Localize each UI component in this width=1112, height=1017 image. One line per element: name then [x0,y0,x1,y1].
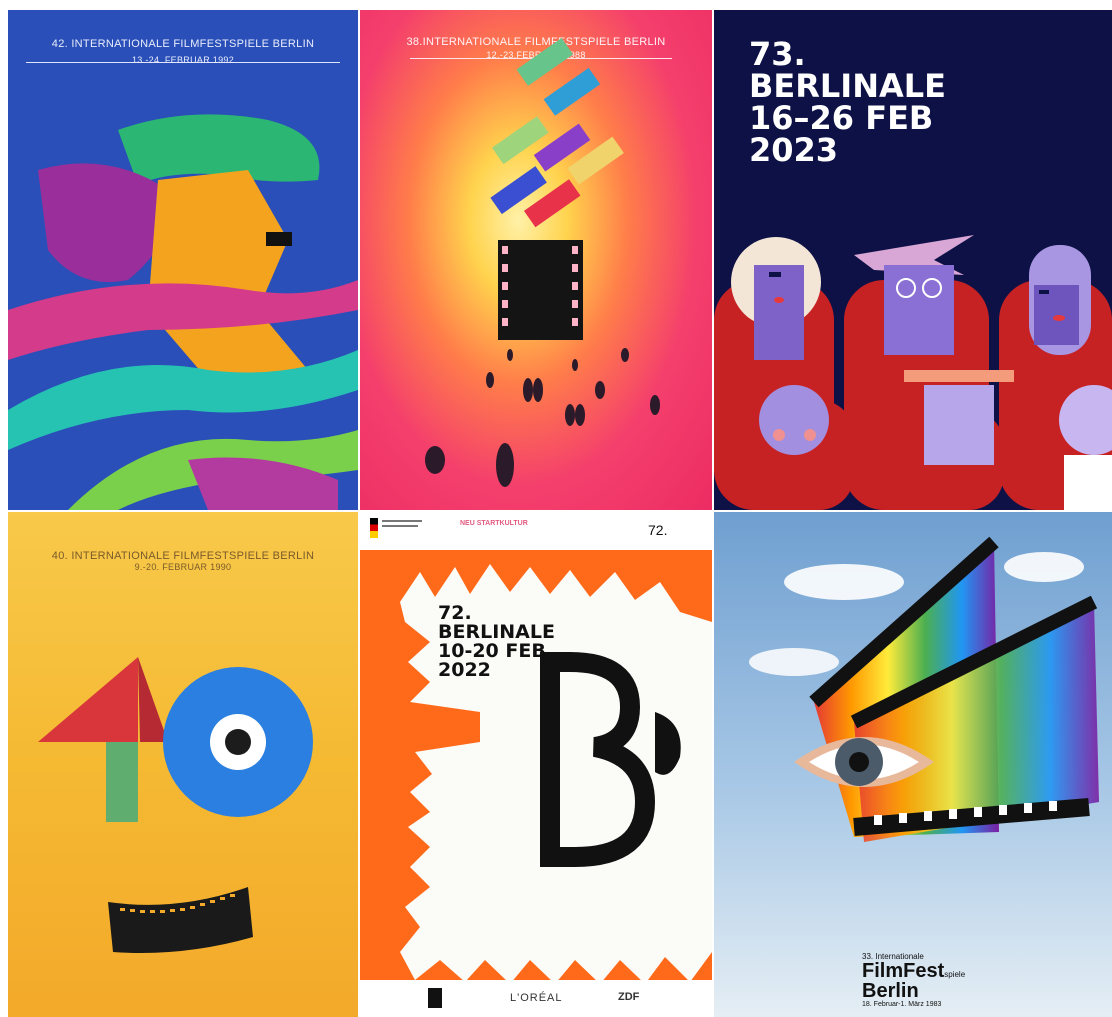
sponsor-zdf: ZDF [618,991,640,1003]
poster-1990: 40. INTERNATIONALE FILMFESTSPIELE BERLIN… [8,512,358,1017]
poster-2022-title: 72. BERLINALE 10-20 FEB 2022 [438,602,555,681]
poster-1983-title: 33. Internationale FilmFestspiele Berlin… [862,952,966,1008]
poster-1992-artwork [8,114,358,510]
poster-1990-artwork [38,657,313,953]
sponsor-black-logo [428,988,442,1008]
poster-1988: 38.INTERNATIONALE FILMFESTSPIELE BERLIN … [360,10,712,510]
poster-2023: 73. BERLINALE 16–26 FEB 2023 [714,10,1112,510]
poster-1983-artwork [749,536,1099,842]
poster-2022-fur-shape [400,564,712,984]
poster-2022-sponsor-strip: L'ORÉAL ZDF [360,980,712,1017]
poster-1983: 33. Internationale FilmFestspiele Berlin… [714,512,1112,1017]
poster-grid: 42. INTERNATIONALE FILMFESTSPIELE BERLIN… [8,10,1112,1017]
poster-2022: NEU STARTKULTUR 72. 72. BERLINALE 10-20 … [360,512,712,1017]
sponsor-loreal: L'ORÉAL [510,992,563,1004]
poster-2023-audience [714,235,1112,510]
poster-1992: 42. INTERNATIONALE FILMFESTSPIELE BERLIN… [8,10,358,510]
poster-1988-artwork [425,37,660,487]
